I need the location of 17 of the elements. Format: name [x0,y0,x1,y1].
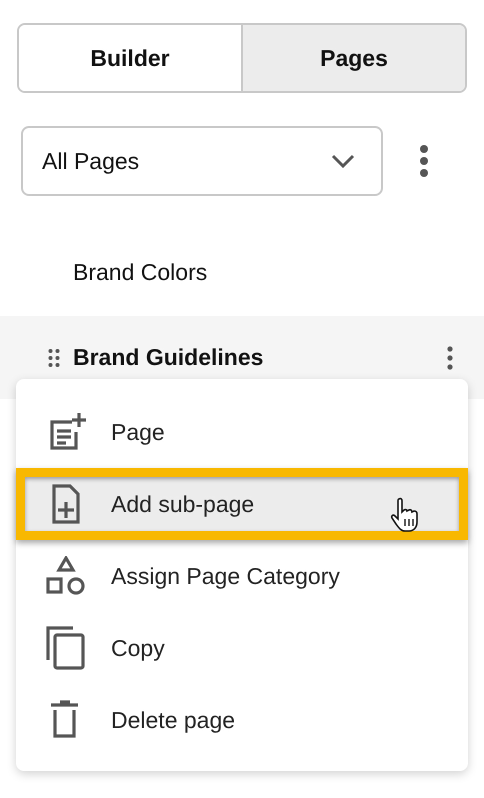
menu-item[interactable]: Add sub-page [25,477,459,531]
shapes-icon [46,556,86,596]
menu-item[interactable]: Assign Page Category [16,540,468,612]
more-options-icon[interactable] [419,144,429,178]
menu-item[interactable]: Page [16,396,468,468]
page-title: Brand Colors [73,258,208,286]
chevron-down-icon [331,154,355,168]
copy-icon [46,626,86,670]
drag-handle-icon[interactable] [48,348,60,368]
menu-item[interactable]: Copy [16,612,468,684]
page-filter-dropdown[interactable]: All Pages [21,126,383,196]
menu-item[interactable]: Delete page [16,684,468,756]
page-title: Brand Guidelines [73,344,264,371]
page-row[interactable]: Brand Colors [0,244,484,300]
hand-pointer-icon [390,497,420,533]
more-options-icon[interactable] [447,346,453,370]
tab[interactable]: Pages [241,25,465,91]
